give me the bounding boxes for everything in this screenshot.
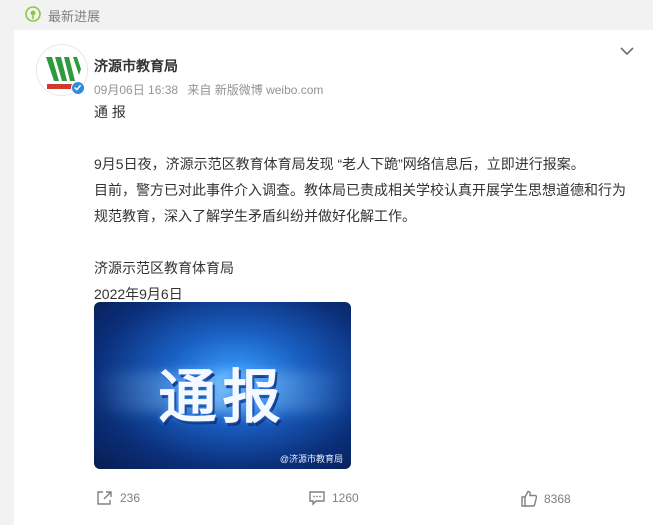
author-name[interactable]: 济源市教育局 bbox=[94, 56, 178, 76]
post-signature: 济源示范区教育体育局 bbox=[94, 260, 234, 276]
comment-icon bbox=[309, 491, 325, 506]
thumbs-up-icon bbox=[521, 490, 538, 507]
post-meta: 09月06日 16:38 来自 新版微博 weibo.com bbox=[94, 81, 329, 98]
post-text: 通 报 9月5日夜，济源示范区教育体育局发现 “老人下跪”网络信息后，立即进行报… bbox=[94, 99, 634, 307]
post-paragraph: 9月5日夜，济源示范区教育体育局发现 “老人下跪”网络信息后，立即进行报案。 bbox=[94, 156, 585, 172]
comment-count: 1260 bbox=[332, 491, 359, 505]
weibo-post-card: 济源市教育局 09月06日 16:38 来自 新版微博 weibo.com 通 … bbox=[14, 30, 653, 525]
location-pin-icon bbox=[25, 6, 41, 22]
post-paragraph: 目前，警方已对此事件介入调查。教体局已责成相关学校认真开展学生思想道德和行为 bbox=[94, 182, 626, 198]
comment-button[interactable]: 1260 bbox=[308, 490, 359, 506]
verified-badge-icon bbox=[71, 81, 85, 95]
post-image[interactable]: 通报 @济源市教育局 bbox=[94, 302, 351, 469]
chevron-down-icon[interactable] bbox=[619, 45, 635, 57]
post-title: 通 报 bbox=[94, 104, 126, 120]
image-title-text: 通报 bbox=[158, 363, 287, 431]
like-count: 8368 bbox=[544, 491, 571, 506]
like-button[interactable]: 8368 bbox=[520, 490, 571, 507]
action-bar: 236 1260 8368 bbox=[14, 485, 653, 515]
post-source: 来自 新版微博 weibo.com bbox=[187, 83, 324, 97]
post-time[interactable]: 09月06日 16:38 bbox=[94, 83, 178, 97]
section-header: 最新进展 bbox=[0, 0, 653, 28]
repost-button[interactable]: 236 bbox=[96, 490, 140, 506]
post-paragraph: 规范教育，深入了解学生矛盾纠纷并做好化解工作。 bbox=[94, 208, 416, 224]
share-icon bbox=[97, 491, 112, 505]
section-label: 最新进展 bbox=[48, 9, 101, 24]
image-watermark: @济源市教育局 bbox=[279, 454, 343, 464]
repost-count: 236 bbox=[120, 491, 141, 505]
